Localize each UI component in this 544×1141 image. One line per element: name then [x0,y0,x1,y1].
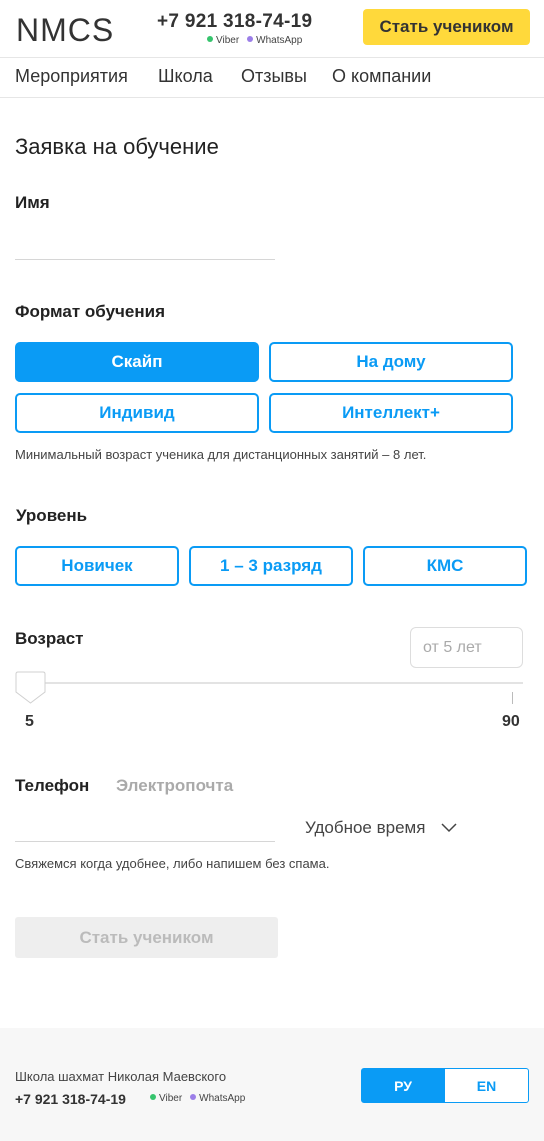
age-slider-min: 5 [25,713,34,730]
format-note: Минимальный возраст ученика для дистанци… [15,447,427,462]
footer-school-name: Школа шахмат Николая Маевского [15,1069,227,1084]
footer-viber-label: Viber [159,1093,183,1104]
lang-ru-button[interactable]: РУ [361,1068,445,1103]
header-phone[interactable]: +7 921 318-74-19 [157,11,312,33]
become-student-header-button[interactable]: Стать учеником [363,9,530,45]
viber-icon [207,36,213,42]
main-nav: Мероприятия Школа Отзывы О компании [0,58,544,98]
site-footer: Школа шахмат Николая Маевского +7 921 31… [0,1028,544,1141]
time-select-label: Удобное время [305,818,426,837]
format-individual-button[interactable]: Индивид [15,393,259,433]
level-rank-button[interactable]: 1 – 3 разряд [189,546,353,586]
whatsapp-link[interactable]: WhatsApp [247,35,302,46]
level-label: Уровень [16,506,88,525]
nav-item-events[interactable]: Мероприятия [15,66,128,87]
phone-input[interactable] [15,812,275,842]
age-label: Возраст [15,629,84,648]
nav-item-about[interactable]: О компании [332,66,431,87]
time-select[interactable]: Удобное время [305,818,457,838]
format-label: Формат обучения [15,302,165,321]
nav-item-reviews[interactable]: Отзывы [241,66,307,87]
age-slider-handle[interactable] [15,671,46,704]
name-label: Имя [15,193,50,212]
form-title: Заявка на обучение [15,134,219,159]
level-kms-button[interactable]: КМС [363,546,527,586]
age-slider-max: 90 [502,713,520,730]
whatsapp-icon [190,1094,197,1100]
nav-item-school[interactable]: Школа [158,66,213,87]
lang-en-button[interactable]: EN [444,1068,529,1103]
name-input[interactable] [15,230,275,260]
contact-note: Свяжемся когда удобнее, либо напишем без… [15,856,330,871]
whatsapp-label: WhatsApp [256,35,303,46]
footer-messengers: Viber WhatsApp [150,1093,245,1104]
chevron-down-icon [441,823,457,833]
site-header: NMCS +7 921 318-74-19 Viber WhatsApp Ста… [0,0,544,58]
viber-link[interactable]: Viber [207,35,239,46]
footer-whatsapp-link[interactable]: WhatsApp [190,1093,245,1104]
viber-label: Viber [216,35,240,46]
format-intellect-button[interactable]: Интеллект+ [269,393,513,433]
footer-viber-link[interactable]: Viber [150,1093,182,1104]
logo[interactable]: NMCS [16,12,114,49]
footer-phone[interactable]: +7 921 318-74-19 [15,1091,126,1107]
submit-button[interactable]: Стать учеником [15,917,278,958]
format-skype-button[interactable]: Скайп [15,342,259,382]
format-home-button[interactable]: На дому [269,342,513,382]
header-messengers: Viber WhatsApp [207,35,302,46]
tab-email[interactable]: Электропочта [116,776,233,796]
whatsapp-icon [247,36,254,42]
viber-icon [150,1094,156,1100]
age-input[interactable]: от 5 лет [410,627,523,668]
age-slider-max-tick [512,692,513,704]
level-beginner-button[interactable]: Новичек [15,546,179,586]
age-slider-track[interactable] [30,682,523,684]
tab-phone[interactable]: Телефон [15,776,89,796]
footer-whatsapp-label: WhatsApp [199,1093,246,1104]
